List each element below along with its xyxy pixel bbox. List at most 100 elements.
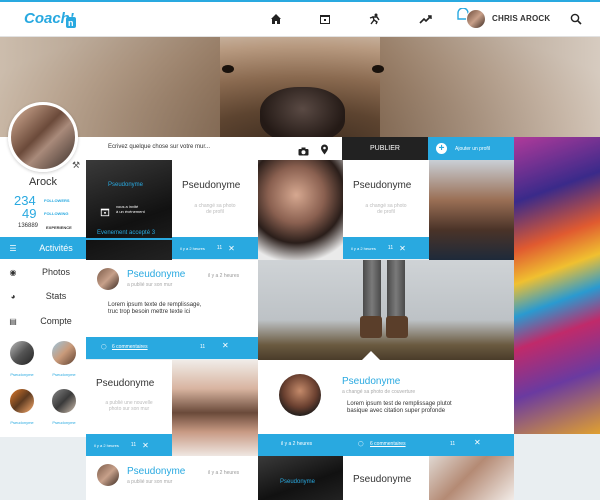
photo-leg-right (387, 260, 405, 322)
add-profile-label: Ajouter un profil (455, 145, 491, 152)
card-user-name[interactable]: Pseudonyme (182, 180, 240, 191)
like-count: 11 (387, 245, 394, 251)
post-subtitle: a publié sur son mur (127, 479, 173, 485)
post-avatar[interactable] (97, 464, 119, 486)
like-count: 11 (450, 441, 456, 447)
comments-link[interactable]: 6 commentaires (370, 441, 406, 447)
event-card[interactable] (258, 456, 344, 500)
post-body: Lorem ipsum test de remplissage plutot b… (347, 401, 452, 415)
post-time: il y a 2 heures (208, 470, 240, 476)
following-count[interactable]: 49 (22, 206, 36, 221)
search-icon[interactable] (567, 10, 585, 28)
nav-user-name[interactable]: CHRIS AROCK (492, 14, 550, 23)
publish-button[interactable]: PUBLIER (342, 137, 428, 160)
friend-avatar[interactable] (50, 387, 78, 415)
post-body-line-1: Lorem ipsum test de remplissage plutot (347, 401, 452, 407)
post-input[interactable]: Ecrivez quelque chose sur votre mur... (108, 144, 210, 150)
home-icon[interactable] (267, 10, 285, 28)
post-subtitle: a publié sur son mur (127, 282, 173, 288)
card-footer: il y a 2 heures 11 ✕ (343, 237, 429, 259)
sidebar-item-label: Photos (41, 267, 71, 277)
calendar-icon[interactable] (316, 10, 334, 28)
card-subtitle-line-2: de profil (206, 209, 224, 215)
sidebar-item-activites[interactable]: ☰ Activités (0, 237, 86, 259)
dumbbell-icon[interactable]: ✕ (399, 244, 406, 253)
cover-photo (0, 37, 600, 137)
photo-man-shirtless[interactable] (429, 160, 514, 260)
card-user-name[interactable]: Pseudonyme (353, 180, 411, 191)
photo-legs-boots[interactable] (258, 260, 514, 360)
card-time: il y a 2 heures (94, 442, 119, 448)
plus-icon: + (436, 143, 447, 154)
camera-icon[interactable] (298, 143, 309, 161)
coachn-logo[interactable]: Coach' n (22, 5, 78, 33)
post-avatar[interactable] (97, 268, 119, 290)
post-body-line-2: truc trop besoin mettre texte ici (108, 309, 191, 315)
event-accepted[interactable]: Evenement accepté 3 (97, 230, 155, 236)
post-body: Lorem ipsum texte de remplissage, truc t… (108, 302, 201, 316)
bear-nose (260, 87, 345, 137)
trend-icon[interactable] (416, 10, 434, 28)
dumbbell-icon[interactable]: ✕ (228, 244, 235, 253)
comment-icon: ◯ (358, 441, 364, 447)
event-card-underline (86, 238, 172, 240)
card-footer: il y a 2 heures 11 ✕ (172, 237, 258, 259)
dumbbell-icon[interactable]: ✕ (222, 341, 229, 350)
followers-label: FOLLOWERS (44, 198, 70, 203)
photo-woman-portrait[interactable] (258, 160, 343, 260)
new-photo-card[interactable] (86, 360, 172, 435)
wrench-icon[interactable]: ⚒ (72, 160, 80, 171)
post-body-line-1: Lorem ipsum texte de remplissage, (108, 302, 202, 308)
post-subtitle: a changé sa photo de couverture (342, 389, 416, 395)
photo-boot-right (386, 316, 408, 338)
event-card-name[interactable]: Pseudonyme (280, 479, 315, 485)
friend-name[interactable]: Pseudonyme (2, 420, 42, 425)
photo-woman-fitness[interactable] (172, 360, 258, 456)
friend-avatar[interactable] (50, 339, 78, 367)
photo-boot-left (360, 316, 382, 338)
card-subtitle: a publié une nouvelle photo sur son mur (86, 400, 172, 412)
friend-name[interactable]: Pseudonyme (44, 420, 84, 425)
list-icon: ☰ (9, 243, 17, 253)
sidebar-item-stats[interactable]: ◕ Stats (0, 285, 86, 307)
photo-leg-left (363, 260, 381, 322)
dumbbell-icon[interactable]: ✕ (142, 441, 149, 450)
friend-avatar[interactable] (8, 387, 36, 415)
cover-fur-right (380, 37, 600, 137)
friend-name[interactable]: Pseudonyme (44, 372, 84, 377)
card-footer: il y a 2 heures 11 ✕ (86, 434, 172, 456)
profile-photo-card[interactable] (172, 160, 258, 237)
svg-text:n: n (68, 18, 74, 28)
card-subtitle-line-2: de profil (377, 209, 395, 215)
like-count: 11 (216, 245, 223, 251)
like-count: 11 (130, 442, 137, 448)
sidebar-item-label: Stats (45, 291, 67, 301)
friend-name[interactable]: Pseudonyme (2, 372, 42, 377)
photo-graffiti[interactable] (514, 137, 600, 434)
dumbbell-icon[interactable]: ✕ (474, 438, 481, 447)
sidebar-item-photos[interactable]: ◉ Photos (0, 261, 86, 283)
event-text-line-2: à un événement (116, 209, 145, 214)
user-avatar[interactable] (466, 9, 486, 29)
post-user-name[interactable]: Pseudonyme (127, 269, 185, 280)
event-card-name[interactable]: Pseudonyme (108, 182, 143, 188)
profile-picture[interactable] (8, 102, 78, 172)
location-pin-icon[interactable] (320, 142, 329, 160)
post-user-name[interactable]: Pseudonyme (127, 466, 185, 477)
card-subtitle: a changé sa photo de profil (343, 203, 429, 215)
card-user-name[interactable]: Pseudonyme (96, 378, 154, 389)
comments-link[interactable]: 6 commentaires (112, 344, 148, 350)
bear-eye-left (222, 65, 234, 73)
photo-woman-portrait[interactable] (429, 456, 514, 500)
post-avatar[interactable] (279, 374, 321, 416)
running-icon[interactable] (366, 10, 384, 28)
sidebar-item-compte[interactable]: ▤ Compte (0, 310, 86, 332)
card-user-name[interactable]: Pseudonyme (353, 474, 411, 485)
profile-photo-card[interactable] (343, 160, 429, 237)
pie-icon: ◕ (10, 291, 16, 301)
experience-count: 136889 (18, 223, 39, 229)
calendar-icon (100, 204, 110, 222)
friend-avatar[interactable] (8, 339, 36, 367)
post-user-name[interactable]: Pseudonyme (342, 376, 400, 387)
add-profile-button[interactable]: + Ajouter un profil (428, 137, 514, 160)
